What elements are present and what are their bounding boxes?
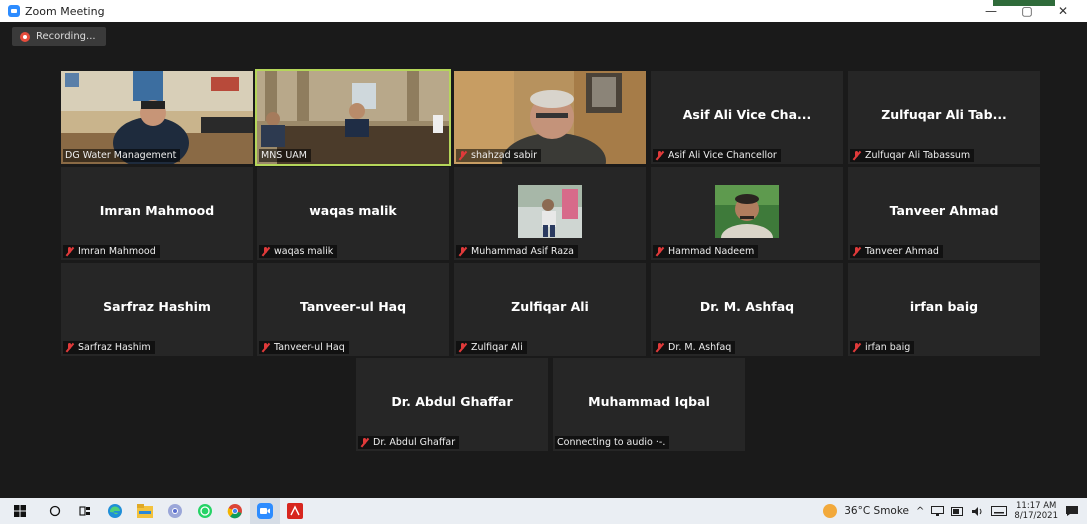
microphone-muted-icon xyxy=(261,343,270,352)
zoom-icon[interactable] xyxy=(250,498,280,524)
window-title: Zoom Meeting xyxy=(25,4,105,18)
participant-name-label: irfan baig xyxy=(850,341,915,354)
keyboard-icon[interactable] xyxy=(991,506,1008,516)
participant-name-label: Zulfuqar Ali Tabassum xyxy=(850,149,975,162)
file-explorer-icon[interactable] xyxy=(130,498,160,524)
network-icon[interactable] xyxy=(931,505,945,517)
microphone-muted-icon xyxy=(852,151,861,160)
participant-name-label: Muhammad Asif Raza xyxy=(456,245,578,258)
close-button[interactable]: ✕ xyxy=(1045,0,1081,22)
participant-display-name: irfan baig xyxy=(909,299,979,314)
recording-indicator[interactable]: Recording... xyxy=(12,27,106,46)
search-icon[interactable] xyxy=(40,498,70,524)
participant-display-name: Sarfraz Hashim xyxy=(103,299,211,314)
participant-display-name: Dr. M. Ashfaq xyxy=(699,299,795,314)
microphone-muted-icon xyxy=(360,438,369,447)
participant-tile[interactable]: Zulfuqar Ali Tab... Zulfuqar Ali Tabassu… xyxy=(848,71,1040,164)
weather-text[interactable]: 36°C Smoke xyxy=(844,505,909,517)
minimize-button[interactable]: — xyxy=(973,0,1009,22)
microphone-muted-icon xyxy=(458,151,467,160)
microphone-muted-icon xyxy=(655,247,664,256)
participant-tile[interactable]: irfan baig irfan baig xyxy=(848,263,1040,356)
participant-display-name: Zulfuqar Ali Tab... xyxy=(881,107,1007,122)
microphone-muted-icon xyxy=(655,343,664,352)
whatsapp-icon[interactable] xyxy=(190,498,220,524)
acrobat-icon[interactable] xyxy=(280,498,310,524)
participant-name-label: Asif Ali Vice Chancellor xyxy=(653,149,781,162)
microphone-muted-icon xyxy=(852,247,861,256)
notification-icon[interactable] xyxy=(1065,505,1079,517)
participant-tile[interactable]: Sarfraz Hashim Sarfraz Hashim xyxy=(61,263,253,356)
participant-name-label: Connecting to audio ·-. xyxy=(555,436,670,449)
participant-display-name: Tanveer Ahmad xyxy=(889,203,999,218)
participant-tile[interactable]: Tanveer-ul Haq Tanveer-ul Haq xyxy=(257,263,449,356)
microphone-muted-icon xyxy=(852,343,861,352)
title-bar: Zoom Meeting — ▢ ✕ xyxy=(0,0,1087,22)
windows-start-icon[interactable] xyxy=(0,498,40,524)
participant-name-label: Tanveer-ul Haq xyxy=(259,341,349,354)
participant-tile[interactable]: Tanveer Ahmad Tanveer Ahmad xyxy=(848,167,1040,260)
task-view-icon[interactable] xyxy=(70,498,100,524)
participant-display-name: Muhammad Iqbal xyxy=(588,394,710,409)
speaker-icon[interactable] xyxy=(971,506,984,517)
participant-name-label: Zulfiqar Ali xyxy=(456,341,527,354)
participant-tile[interactable]: Zulfiqar Ali Zulfiqar Ali xyxy=(454,263,646,356)
participant-name-label: Hammad Nadeem xyxy=(653,245,759,258)
meeting-gallery: Recording... DG Water Management MNS UAM… xyxy=(0,22,1087,498)
participant-name-label: Sarfraz Hashim xyxy=(63,341,155,354)
microphone-muted-icon xyxy=(458,343,467,352)
participant-display-name: waqas malik xyxy=(309,203,397,218)
participant-tile-active-speaker[interactable]: MNS UAM xyxy=(255,69,451,166)
weather-icon[interactable] xyxy=(823,504,838,518)
record-icon xyxy=(20,31,30,42)
microphone-muted-icon xyxy=(65,247,74,256)
participant-tile[interactable]: waqas malik waqas malik xyxy=(257,167,449,260)
participant-display-name: Asif Ali Vice Cha... xyxy=(682,107,812,122)
participant-tile[interactable]: Muhammad Asif Raza xyxy=(454,167,646,260)
windows-taskbar: 36°C Smoke ^ 11:17 AM 8/17/2021 xyxy=(0,498,1087,524)
participant-display-name: Imran Mahmood xyxy=(99,203,215,218)
maximize-button[interactable]: ▢ xyxy=(1009,0,1045,22)
profile-picture xyxy=(715,185,779,238)
participant-name-label: DG Water Management xyxy=(63,149,181,162)
participant-name-label: waqas malik xyxy=(259,245,338,258)
participant-name-label: Dr. Abdul Ghaffar xyxy=(358,436,460,449)
participant-tile[interactable]: Asif Ali Vice Cha... Asif Ali Vice Chanc… xyxy=(651,71,843,164)
microphone-muted-icon xyxy=(655,151,664,160)
participant-name-label: Dr. M. Ashfaq xyxy=(653,341,736,354)
participant-tile[interactable]: Imran Mahmood Imran Mahmood xyxy=(61,167,253,260)
participant-display-name: Dr. Abdul Ghaffar xyxy=(391,394,513,409)
participant-name-label: shahzad sabir xyxy=(456,149,542,162)
participant-display-name: Tanveer-ul Haq xyxy=(299,299,407,314)
participant-tile[interactable]: Dr. Abdul Ghaffar Dr. Abdul Ghaffar xyxy=(356,358,548,451)
battery-icon[interactable] xyxy=(951,506,964,516)
participant-tile[interactable]: Muhammad Iqbal Connecting to audio ·-. xyxy=(553,358,745,451)
participant-tile[interactable]: Hammad Nadeem xyxy=(651,167,843,260)
participant-name-label: MNS UAM xyxy=(259,149,312,162)
microphone-muted-icon xyxy=(458,247,467,256)
profile-picture xyxy=(518,185,582,238)
chrome-canary-icon[interactable] xyxy=(160,498,190,524)
chevron-up-icon[interactable]: ^ xyxy=(916,506,924,517)
chrome-icon[interactable] xyxy=(220,498,250,524)
microphone-muted-icon xyxy=(65,343,74,352)
participant-tile[interactable]: DG Water Management xyxy=(61,71,253,164)
participant-display-name: Zulfiqar Ali xyxy=(511,299,589,314)
participant-tile[interactable]: shahzad sabir xyxy=(454,71,646,164)
participant-tile[interactable]: Dr. M. Ashfaq Dr. M. Ashfaq xyxy=(651,263,843,356)
edge-icon[interactable] xyxy=(100,498,130,524)
participant-name-label: Tanveer Ahmad xyxy=(850,245,943,258)
system-tray: 36°C Smoke ^ 11:17 AM 8/17/2021 xyxy=(823,498,1087,524)
system-clock[interactable]: 11:17 AM 8/17/2021 xyxy=(1014,501,1058,521)
zoom-app-icon xyxy=(8,5,20,17)
recording-label: Recording... xyxy=(36,31,96,42)
microphone-muted-icon xyxy=(261,247,270,256)
participant-name-label: Imran Mahmood xyxy=(63,245,160,258)
